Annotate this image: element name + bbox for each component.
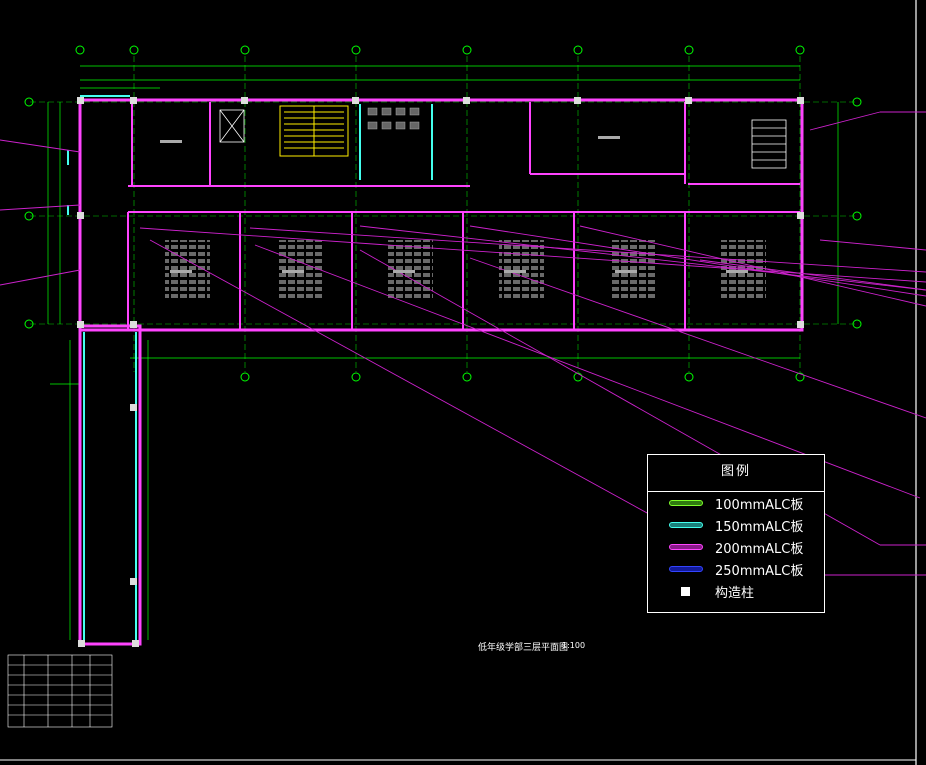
toilet-fixtures xyxy=(367,107,420,130)
stair-east xyxy=(751,119,787,169)
column-square-icon xyxy=(681,586,690,596)
swatch-150-icon xyxy=(669,522,703,528)
swatch-200-icon xyxy=(669,544,703,550)
legend-label: 100mmALC板 xyxy=(715,497,804,513)
legend-label: 200mmALC板 xyxy=(715,541,804,557)
legend-label: 构造柱 xyxy=(715,585,755,601)
partition-walls xyxy=(67,95,433,642)
drawing-scale: 1:100 xyxy=(562,641,586,650)
axis-bubbles-bottom xyxy=(240,372,805,382)
swatch-250-icon xyxy=(669,566,703,572)
legend-label: 150mmALC板 xyxy=(715,519,804,535)
axis-bubbles-top xyxy=(75,45,805,55)
legend-item-150: 150mmALC板 xyxy=(648,514,824,536)
legend-title: 图例 xyxy=(648,455,824,492)
legend-item-250: 250mmALC板 xyxy=(648,558,824,580)
floor-plan-drawing xyxy=(0,0,926,765)
elevator xyxy=(219,109,245,143)
room-labels xyxy=(160,136,748,273)
legend-box: 图例 100mmALC板 150mmALC板 200mmALC板 250mmAL… xyxy=(647,454,825,613)
swatch-100-icon xyxy=(669,500,703,506)
legend-item-column: 构造柱 xyxy=(648,580,824,602)
stair-main xyxy=(279,105,349,157)
legend-label: 250mmALC板 xyxy=(715,563,804,579)
legend-item-200: 200mmALC板 xyxy=(648,536,824,558)
classroom-desks xyxy=(165,240,766,300)
area-table xyxy=(7,654,113,728)
drawing-title: 低年级学部三层平面图 xyxy=(478,643,569,653)
legend-item-100: 100mmALC板 xyxy=(648,492,824,514)
